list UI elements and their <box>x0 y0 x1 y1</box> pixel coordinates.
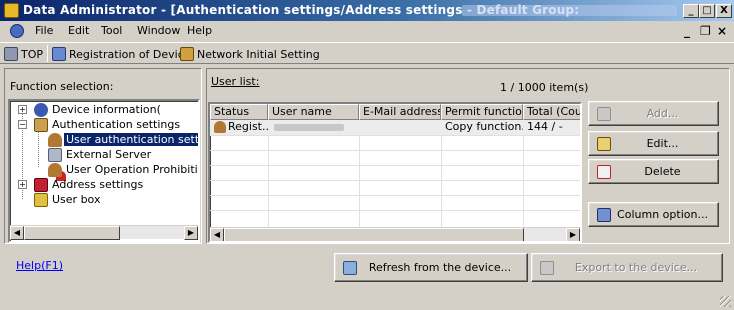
minimize-button[interactable]: _ <box>683 4 699 18</box>
user-table[interactable]: Status User name E-Mail address Permit f… <box>208 102 582 243</box>
grid-line <box>523 120 524 230</box>
column-header-status[interactable]: Status <box>210 104 268 120</box>
add-button[interactable]: Add... <box>588 101 719 126</box>
column-header-permit-function[interactable]: Permit function <box>441 104 523 120</box>
menu-tool[interactable]: Tool <box>101 24 122 37</box>
export-icon <box>540 260 554 275</box>
cell-user-name-redacted <box>274 124 344 131</box>
grid-line <box>441 120 442 230</box>
menu-bar: File Edit Tool Window Help _ ❐ × <box>0 21 734 42</box>
collapse-icon[interactable]: − <box>18 120 27 129</box>
computer-icon <box>4 47 18 61</box>
expand-icon[interactable]: + <box>18 180 27 189</box>
auth-icon <box>34 118 48 132</box>
mdi-restore-button[interactable]: ❐ <box>700 24 711 38</box>
table-horizontal-scrollbar[interactable]: ◀ ▶ <box>210 227 580 241</box>
tree-horizontal-scrollbar[interactable]: ◀ ▶ <box>10 225 198 240</box>
grid-line <box>210 135 580 136</box>
toolbar-registration-button[interactable]: Registration of Device <box>52 46 191 62</box>
prohibit-icon <box>48 163 62 177</box>
title-bar[interactable]: Data Administrator - [Authentication set… <box>0 0 734 21</box>
tree-line <box>38 131 39 167</box>
grid-line <box>210 180 580 181</box>
scroll-right-arrow-icon[interactable]: ▶ <box>184 226 198 240</box>
export-to-device-button[interactable]: Export to the device... <box>531 253 723 282</box>
close-button[interactable]: X <box>716 4 732 18</box>
network-setting-icon <box>180 47 194 61</box>
mdi-close-button[interactable]: × <box>717 24 727 38</box>
box-icon <box>34 193 48 207</box>
function-selection-label: Function selection: <box>10 80 114 93</box>
grid-line <box>268 120 269 230</box>
edit-button[interactable]: Edit... <box>588 131 719 156</box>
refresh-icon <box>343 260 357 275</box>
refresh-from-device-button[interactable]: Refresh from the device... <box>334 253 528 282</box>
app-globe-icon[interactable] <box>10 24 24 38</box>
scroll-right-arrow-icon[interactable]: ▶ <box>566 228 580 241</box>
grid-line <box>210 195 580 196</box>
grid-line <box>210 210 580 211</box>
toolbar-top-button[interactable]: TOP <box>4 46 43 62</box>
scroll-thumb[interactable] <box>224 228 524 241</box>
register-device-icon <box>52 47 66 61</box>
toolbar-separator <box>47 45 48 62</box>
table-row[interactable]: Regist... Copy function... 144 / - <box>210 120 580 135</box>
help-link[interactable]: Help(F1) <box>16 259 63 272</box>
app-icon <box>4 3 19 18</box>
column-option-icon <box>597 207 611 222</box>
item-count: 1 / 1000 item(s) <box>500 81 589 94</box>
scroll-left-arrow-icon[interactable]: ◀ <box>210 228 224 241</box>
user-list-label: User list: <box>211 75 260 88</box>
column-header-email[interactable]: E-Mail address <box>359 104 441 120</box>
edit-icon <box>597 136 611 151</box>
scroll-left-arrow-icon[interactable]: ◀ <box>10 226 24 240</box>
toolbar-network-button[interactable]: Network Initial Setting <box>180 46 320 62</box>
title-redacted-area <box>462 5 677 16</box>
address-icon <box>34 178 48 192</box>
toolbar: TOP Registration of Device Network Initi… <box>0 42 734 64</box>
menu-help[interactable]: Help <box>187 24 212 37</box>
grid-line <box>210 165 580 166</box>
maximize-button[interactable]: □ <box>699 4 715 18</box>
scroll-thumb[interactable] <box>24 226 120 240</box>
grid-line <box>359 120 360 230</box>
delete-icon <box>597 164 611 179</box>
menu-window[interactable]: Window <box>137 24 180 37</box>
menu-file[interactable]: File <box>35 24 53 37</box>
cell-permit-function: Copy function... <box>445 120 523 133</box>
column-header-user-name[interactable]: User name <box>268 104 359 120</box>
resize-grip-icon[interactable] <box>720 296 731 307</box>
add-user-icon <box>597 106 611 121</box>
column-option-button[interactable]: Column option... <box>588 202 719 227</box>
info-icon <box>34 103 48 117</box>
expand-icon[interactable]: + <box>18 105 27 114</box>
menu-edit[interactable]: Edit <box>68 24 89 37</box>
cell-total: 144 / - <box>527 120 563 133</box>
function-tree[interactable]: + Device information( − Authentication s… <box>8 99 200 243</box>
column-header-total[interactable]: Total (Cour <box>523 104 580 120</box>
mdi-minimize-button[interactable]: _ <box>684 24 690 38</box>
server-icon <box>48 148 62 162</box>
user-icon <box>48 133 62 147</box>
user-icon <box>214 121 226 133</box>
delete-button[interactable]: Delete <box>588 159 719 184</box>
grid-line <box>210 150 580 151</box>
